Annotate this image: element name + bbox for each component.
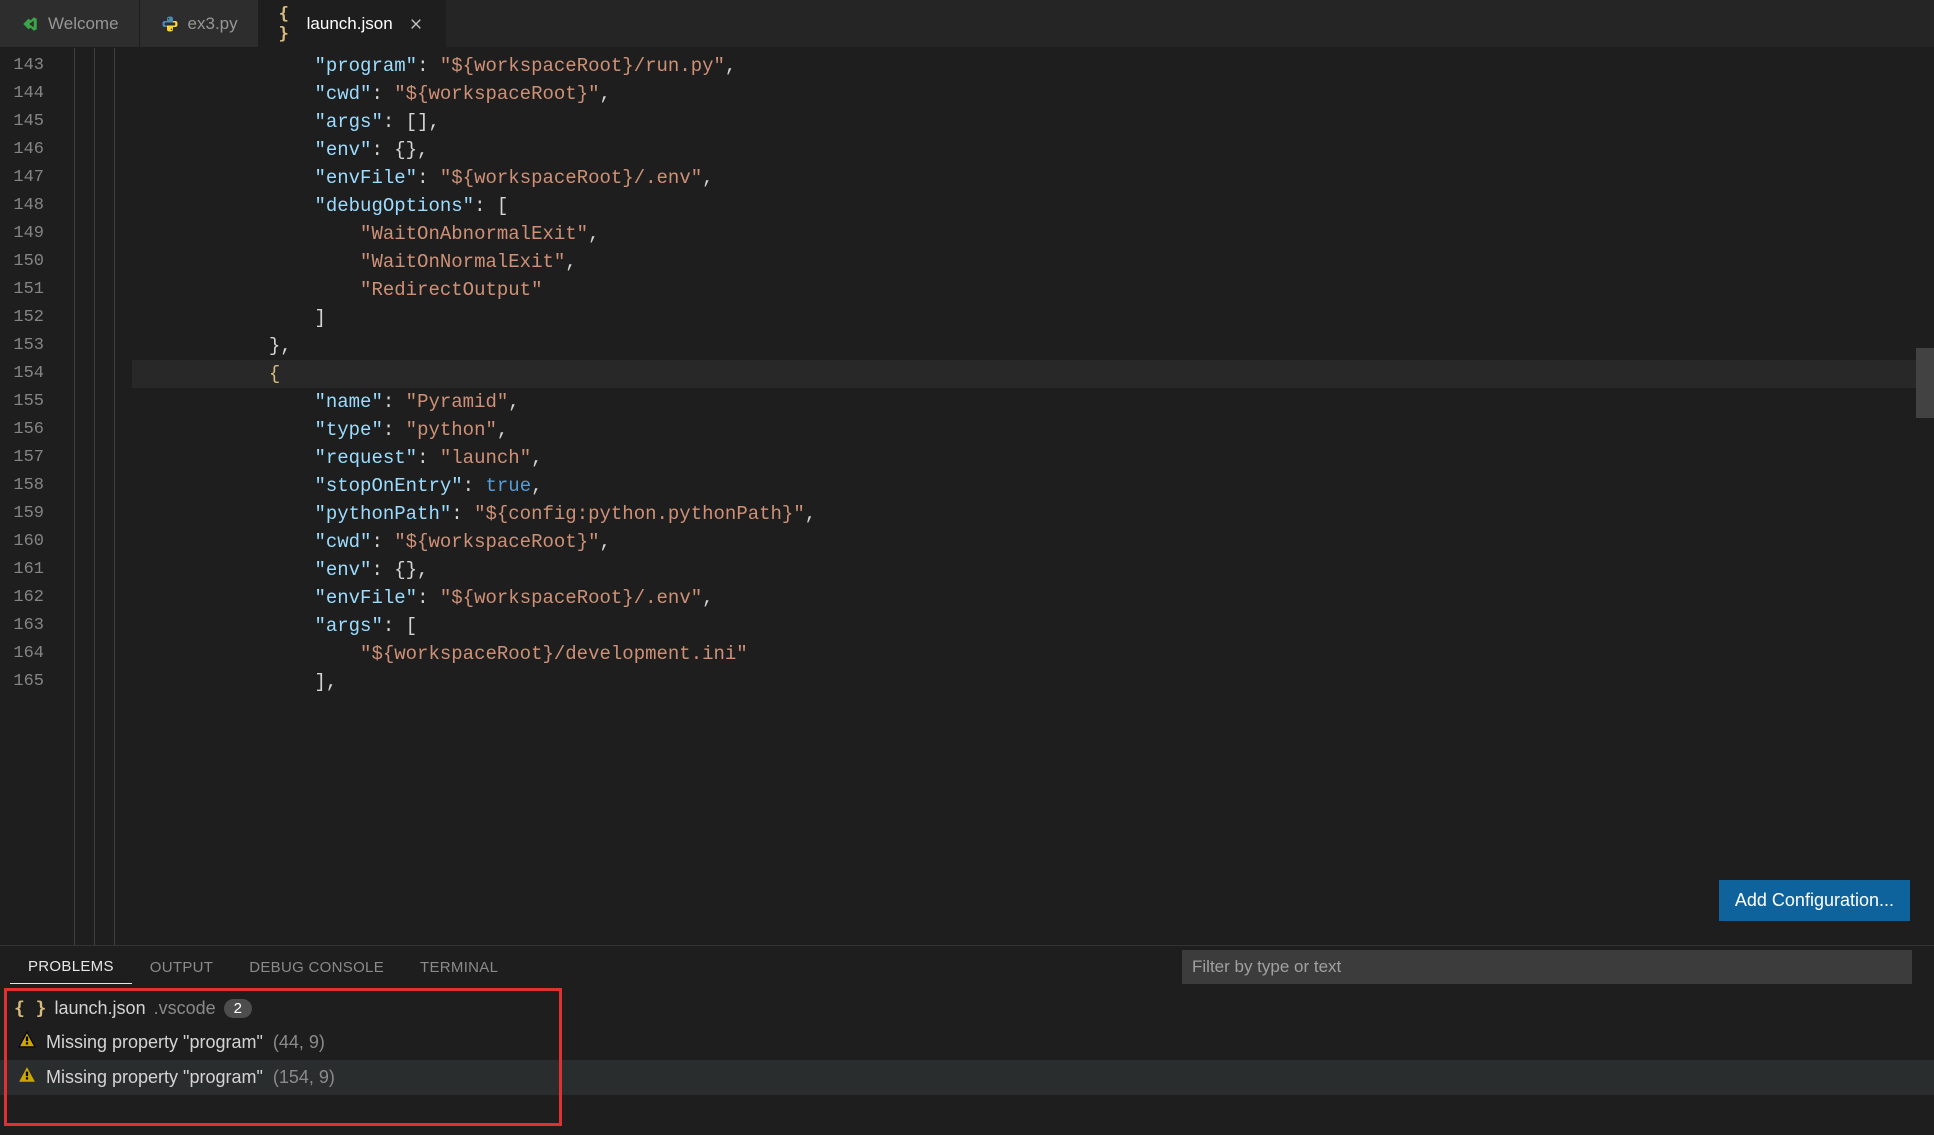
problem-item[interactable]: Missing property "program" (154, 9) [0,1060,1934,1095]
fold-gutter [62,48,122,945]
tab-welcome[interactable]: Welcome [0,0,140,47]
tab-ex3[interactable]: ex3.py [140,0,259,47]
line-number-gutter: 1431441451461471481491501511521531541551… [0,48,62,945]
problems-list: { } launch.json .vscode 2 Missing proper… [0,988,1934,1135]
problem-item[interactable]: Missing property "program" (44, 9) [0,1025,1934,1060]
warning-icon [18,1031,36,1054]
panel-tab-debug-console[interactable]: DEBUG CONSOLE [231,951,402,984]
filter-input[interactable] [1182,950,1912,984]
warning-icon [18,1066,36,1089]
json-icon: { } [14,998,47,1019]
json-icon: { } [279,14,299,34]
panel-tab-problems[interactable]: PROBLEMS [10,950,132,984]
tab-label: ex3.py [188,14,238,34]
vscode-icon [20,14,40,34]
code-editor[interactable]: 1431441451461471481491501511521531541551… [0,48,1934,945]
tab-label: launch.json [307,14,393,34]
python-icon [160,14,180,34]
problem-file-name: launch.json [55,998,146,1019]
close-icon[interactable] [407,15,425,33]
problem-message: Missing property "program" [46,1032,263,1053]
editor-tabs: Welcome ex3.py { } launch.json [0,0,1934,48]
panel-tab-terminal[interactable]: TERMINAL [402,951,516,984]
problem-location: (154, 9) [273,1067,335,1088]
editor-scrollbar[interactable] [1916,48,1934,945]
code-content[interactable]: "program": "${workspaceRoot}/run.py", "c… [122,48,1934,945]
problem-count-badge: 2 [224,999,252,1018]
scrollbar-thumb[interactable] [1916,348,1934,418]
panel-tab-output[interactable]: OUTPUT [132,951,231,984]
tab-launch-json[interactable]: { } launch.json [259,0,446,47]
problem-message: Missing property "program" [46,1067,263,1088]
bottom-panel: PROBLEMS OUTPUT DEBUG CONSOLE TERMINAL {… [0,945,1934,1135]
panel-tabs: PROBLEMS OUTPUT DEBUG CONSOLE TERMINAL [0,946,1934,988]
problem-file-group[interactable]: { } launch.json .vscode 2 [0,992,1934,1025]
add-configuration-button[interactable]: Add Configuration... [1719,880,1910,921]
tab-label: Welcome [48,14,119,34]
problem-folder-name: .vscode [154,998,216,1019]
problem-location: (44, 9) [273,1032,325,1053]
problems-filter [1182,950,1912,984]
